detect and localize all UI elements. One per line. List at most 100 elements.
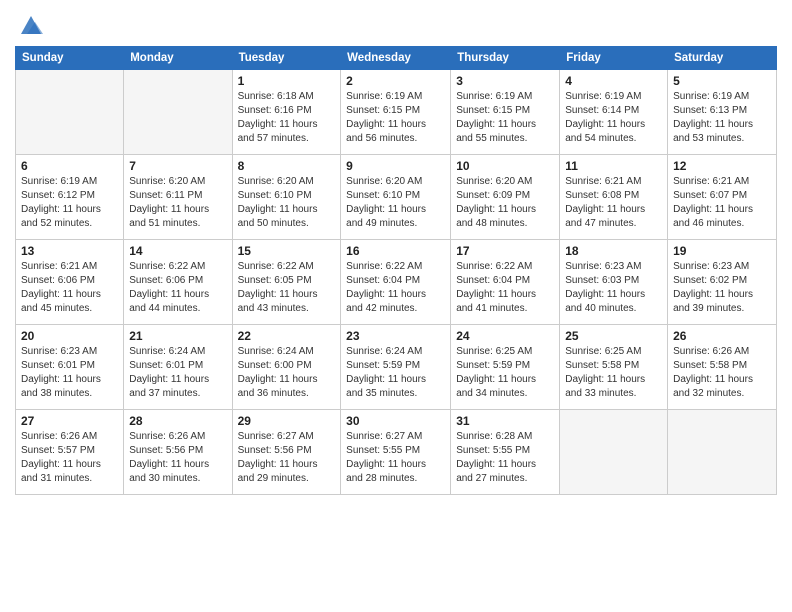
day-info: Sunrise: 6:20 AMSunset: 6:11 PMDaylight:… [129, 175, 226, 231]
calendar-day-cell: 1 Sunrise: 6:18 AMSunset: 6:16 PMDaylight… [232, 70, 341, 155]
day-info: Sunrise: 6:22 AMSunset: 6:04 PMDaylight:… [456, 260, 554, 316]
day-number: 9 [346, 159, 445, 173]
day-number: 1 [238, 74, 336, 88]
day-info: Sunrise: 6:22 AMSunset: 6:06 PMDaylight:… [129, 260, 226, 316]
day-number: 4 [565, 74, 662, 88]
day-info: Sunrise: 6:23 AMSunset: 6:01 PMDaylight:… [21, 345, 118, 401]
calendar-day-cell: 7 Sunrise: 6:20 AMSunset: 6:11 PMDaylight… [124, 155, 232, 240]
day-info: Sunrise: 6:19 AMSunset: 6:15 PMDaylight:… [456, 90, 554, 146]
calendar-week-row: 13 Sunrise: 6:21 AMSunset: 6:06 PMDayligh… [16, 240, 777, 325]
day-info: Sunrise: 6:25 AMSunset: 5:58 PMDaylight:… [565, 345, 662, 401]
calendar-day-cell: 8 Sunrise: 6:20 AMSunset: 6:10 PMDaylight… [232, 155, 341, 240]
calendar-day-cell: 24 Sunrise: 6:25 AMSunset: 5:59 PMDayligh… [451, 325, 560, 410]
day-info: Sunrise: 6:21 AMSunset: 6:08 PMDaylight:… [565, 175, 662, 231]
calendar-day-cell: 18Sunrise: 6:23 AMSunset: 6:03 PMDayligh… [560, 240, 668, 325]
day-number: 16 [346, 244, 445, 258]
calendar-day-cell: 19 Sunrise: 6:23 AMSunset: 6:02 PMDayligh… [668, 240, 777, 325]
calendar-day-cell: 12Sunrise: 6:21 AMSunset: 6:07 PMDayligh… [668, 155, 777, 240]
day-number: 23 [346, 329, 445, 343]
day-info: Sunrise: 6:26 AMSunset: 5:58 PMDaylight:… [673, 345, 771, 401]
day-info: Sunrise: 6:22 AMSunset: 6:05 PMDaylight:… [238, 260, 336, 316]
day-number: 26 [673, 329, 771, 343]
calendar-day-cell: 14 Sunrise: 6:22 AMSunset: 6:06 PMDayligh… [124, 240, 232, 325]
day-info: Sunrise: 6:24 AMSunset: 5:59 PMDaylight:… [346, 345, 445, 401]
calendar-day-cell: 10 Sunrise: 6:20 AMSunset: 6:09 PMDayligh… [451, 155, 560, 240]
day-info: Sunrise: 6:23 AMSunset: 6:02 PMDaylight:… [673, 260, 771, 316]
day-number: 22 [238, 329, 336, 343]
calendar-day-cell: 13 Sunrise: 6:21 AMSunset: 6:06 PMDayligh… [16, 240, 124, 325]
day-number: 24 [456, 329, 554, 343]
logo [15, 10, 45, 38]
day-number: 10 [456, 159, 554, 173]
calendar-week-row: 27Sunrise: 6:26 AMSunset: 5:57 PMDayligh… [16, 410, 777, 495]
calendar-day-cell: 26 Sunrise: 6:26 AMSunset: 5:58 PMDayligh… [668, 325, 777, 410]
day-number: 20 [21, 329, 118, 343]
day-number: 25 [565, 329, 662, 343]
day-info: Sunrise: 6:19 AMSunset: 6:15 PMDaylight:… [346, 90, 445, 146]
calendar-day-cell: 29 Sunrise: 6:27 AMSunset: 5:56 PMDayligh… [232, 410, 341, 495]
day-number: 28 [129, 414, 226, 428]
calendar-day-header: Friday [560, 47, 668, 70]
day-number: 3 [456, 74, 554, 88]
calendar-day-header: Wednesday [341, 47, 451, 70]
calendar-day-cell: 31Sunrise: 6:28 AMSunset: 5:55 PMDayligh… [451, 410, 560, 495]
calendar-week-row: 6 Sunrise: 6:19 AMSunset: 6:12 PMDaylight… [16, 155, 777, 240]
calendar-day-cell: 23 Sunrise: 6:24 AMSunset: 5:59 PMDayligh… [341, 325, 451, 410]
calendar-day-cell: 9 Sunrise: 6:20 AMSunset: 6:10 PMDaylight… [341, 155, 451, 240]
calendar-day-cell: 20 Sunrise: 6:23 AMSunset: 6:01 PMDayligh… [16, 325, 124, 410]
day-info: Sunrise: 6:19 AMSunset: 6:12 PMDaylight:… [21, 175, 118, 231]
calendar-day-cell: 30 Sunrise: 6:27 AMSunset: 5:55 PMDayligh… [341, 410, 451, 495]
day-number: 12 [673, 159, 771, 173]
calendar-day-cell [16, 70, 124, 155]
calendar-day-cell: 3 Sunrise: 6:19 AMSunset: 6:15 PMDaylight… [451, 70, 560, 155]
day-number: 6 [21, 159, 118, 173]
day-number: 15 [238, 244, 336, 258]
calendar-day-cell: 17 Sunrise: 6:22 AMSunset: 6:04 PMDayligh… [451, 240, 560, 325]
calendar-day-cell: 6 Sunrise: 6:19 AMSunset: 6:12 PMDaylight… [16, 155, 124, 240]
calendar-day-cell [668, 410, 777, 495]
day-info: Sunrise: 6:20 AMSunset: 6:10 PMDaylight:… [238, 175, 336, 231]
day-number: 2 [346, 74, 445, 88]
calendar-day-cell: 2 Sunrise: 6:19 AMSunset: 6:15 PMDaylight… [341, 70, 451, 155]
day-info: Sunrise: 6:24 AMSunset: 6:01 PMDaylight:… [129, 345, 226, 401]
day-info: Sunrise: 6:25 AMSunset: 5:59 PMDaylight:… [456, 345, 554, 401]
calendar-day-cell: 11 Sunrise: 6:21 AMSunset: 6:08 PMDayligh… [560, 155, 668, 240]
day-info: Sunrise: 6:20 AMSunset: 6:09 PMDaylight:… [456, 175, 554, 231]
day-info: Sunrise: 6:20 AMSunset: 6:10 PMDaylight:… [346, 175, 445, 231]
calendar-day-header: Tuesday [232, 47, 341, 70]
page: SundayMondayTuesdayWednesdayThursdayFrid… [0, 0, 792, 612]
day-number: 17 [456, 244, 554, 258]
day-info: Sunrise: 6:28 AMSunset: 5:55 PMDaylight:… [456, 430, 554, 486]
calendar-header-row: SundayMondayTuesdayWednesdayThursdayFrid… [16, 47, 777, 70]
calendar-day-cell: 4Sunrise: 6:19 AMSunset: 6:14 PMDaylight… [560, 70, 668, 155]
day-number: 19 [673, 244, 771, 258]
calendar-day-cell: 5Sunrise: 6:19 AMSunset: 6:13 PMDaylight… [668, 70, 777, 155]
day-number: 8 [238, 159, 336, 173]
day-number: 13 [21, 244, 118, 258]
day-number: 29 [238, 414, 336, 428]
calendar-day-header: Sunday [16, 47, 124, 70]
calendar-week-row: 20 Sunrise: 6:23 AMSunset: 6:01 PMDayligh… [16, 325, 777, 410]
calendar-day-header: Thursday [451, 47, 560, 70]
day-info: Sunrise: 6:27 AMSunset: 5:56 PMDaylight:… [238, 430, 336, 486]
calendar-day-header: Monday [124, 47, 232, 70]
day-info: Sunrise: 6:18 AMSunset: 6:16 PMDaylight:… [238, 90, 336, 146]
calendar-day-cell: 28 Sunrise: 6:26 AMSunset: 5:56 PMDayligh… [124, 410, 232, 495]
calendar-day-cell: 25 Sunrise: 6:25 AMSunset: 5:58 PMDayligh… [560, 325, 668, 410]
calendar-week-row: 1 Sunrise: 6:18 AMSunset: 6:16 PMDaylight… [16, 70, 777, 155]
day-info: Sunrise: 6:19 AMSunset: 6:13 PMDaylight:… [673, 90, 771, 146]
day-info: Sunrise: 6:27 AMSunset: 5:55 PMDaylight:… [346, 430, 445, 486]
calendar-day-cell: 22Sunrise: 6:24 AMSunset: 6:00 PMDayligh… [232, 325, 341, 410]
day-number: 7 [129, 159, 226, 173]
calendar-day-cell [560, 410, 668, 495]
day-number: 18 [565, 244, 662, 258]
calendar-day-header: Saturday [668, 47, 777, 70]
day-number: 30 [346, 414, 445, 428]
day-number: 11 [565, 159, 662, 173]
day-info: Sunrise: 6:22 AMSunset: 6:04 PMDaylight:… [346, 260, 445, 316]
day-info: Sunrise: 6:26 AMSunset: 5:57 PMDaylight:… [21, 430, 118, 486]
day-info: Sunrise: 6:21 AMSunset: 6:06 PMDaylight:… [21, 260, 118, 316]
calendar-day-cell: 21Sunrise: 6:24 AMSunset: 6:01 PMDayligh… [124, 325, 232, 410]
day-number: 14 [129, 244, 226, 258]
day-info: Sunrise: 6:26 AMSunset: 5:56 PMDaylight:… [129, 430, 226, 486]
